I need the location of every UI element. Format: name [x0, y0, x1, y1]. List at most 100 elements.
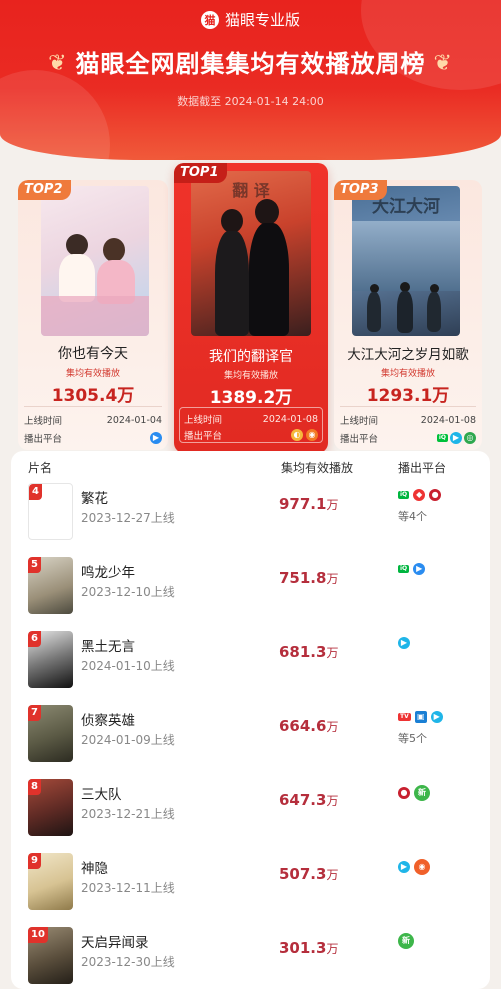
- show-title: 鸣龙少年: [81, 565, 135, 581]
- tencent-video-icon: ▶: [398, 861, 410, 873]
- iqiyi-icon: iQ: [398, 565, 410, 573]
- top2-title: 你也有今天: [58, 346, 128, 362]
- cctv-icon: ●: [398, 787, 410, 799]
- top2-metric-label: 集均有效播放: [65, 369, 120, 379]
- rank-badge: 7: [28, 705, 41, 721]
- top3-launch: 上线时间 2024-01-08: [340, 414, 476, 428]
- platform-icons: TV ▣ ▶: [398, 711, 443, 723]
- top2-card[interactable]: TOP2 你也有今天 集均有效播放 1305.4万 上线时间 2024-01-04…: [18, 180, 168, 450]
- rank-badge: 5: [28, 557, 41, 573]
- cctv-icon: ●: [429, 489, 442, 501]
- top1-card[interactable]: 翻 译 TOP1 我们的翻译官 集均有效播放 1389.2万 上线时间 2024-…: [174, 163, 328, 453]
- top3-platform: 播出平台 iQ ▶ ◎: [340, 431, 476, 445]
- metric-value: 977.1万: [279, 495, 339, 513]
- tencent-video-icon: ▶: [430, 711, 443, 723]
- launch-date: 2023-12-10上线: [81, 585, 175, 599]
- header-name: 片名: [28, 461, 53, 475]
- top1-metric-label: 集均有效播放: [223, 371, 278, 381]
- ranking-list: 片名 集均有效播放 播出平台 4 繁花 2023-12-27上线 977.1万 …: [11, 451, 490, 989]
- mango-tv-icon: ◐: [291, 429, 303, 441]
- brand-name: 猫眼专业版: [224, 11, 300, 29]
- page-title-text: 猫眼全网剧集集均有效播放周榜: [75, 50, 426, 78]
- laurel-right-icon: ❦: [433, 51, 453, 76]
- top1-poster: 翻 译: [191, 171, 311, 336]
- top3-card[interactable]: 大江大河 TOP3 大江大河之岁月如歌 集均有效播放 1293.1万 上线时间 2…: [334, 180, 482, 450]
- top1-metric: 1389.2万: [209, 388, 293, 408]
- launch-date: 2024-01-10上线: [81, 659, 175, 673]
- list-row-10[interactable]: 10 天启异闻录 2023-12-30上线 301.3万 新: [11, 927, 490, 989]
- show-title: 黑土无言: [81, 639, 135, 655]
- top2-metric: 1305.4万: [51, 386, 135, 406]
- iqiyi-icon: iQ: [398, 491, 410, 499]
- bilibili-icon: ▣: [414, 711, 427, 723]
- list-row-4[interactable]: 4 繁花 2023-12-27上线 977.1万 iQ ◆ ● 等4个: [11, 483, 490, 557]
- list-header: 片名 集均有效播放 播出平台: [11, 459, 490, 479]
- platform-more: 等4个: [398, 510, 427, 523]
- top3-badge: TOP3: [334, 180, 387, 200]
- top1-title: 我们的翻译官: [209, 349, 293, 365]
- platform-icons: ● 新: [398, 785, 430, 801]
- show-title: 三大队: [81, 787, 122, 803]
- mgtv-icon: 新: [414, 785, 430, 801]
- list-row-9[interactable]: 9 神隐 2023-12-11上线 507.3万 ▶ ◉: [11, 853, 490, 927]
- launch-date: 2024-01-09上线: [81, 733, 175, 747]
- top2-launch: 上线时间 2024-01-04: [24, 414, 162, 428]
- cctv-icon: TV: [398, 713, 411, 721]
- header-platform: 播出平台: [398, 461, 447, 475]
- youku-icon: ▶: [413, 563, 426, 575]
- poster-thumb: 8: [28, 779, 73, 836]
- top3-poster: 大江大河: [352, 186, 460, 336]
- poster-thumb: 10: [28, 927, 73, 984]
- metric-value: 751.8万: [279, 569, 339, 587]
- top1-platform: 播出平台 ◐ ◉: [184, 428, 318, 442]
- platform-more: 等5个: [398, 732, 427, 745]
- poster-thumb: 4: [28, 483, 73, 540]
- metric-value: 664.6万: [279, 717, 339, 735]
- metric-value: 647.3万: [279, 791, 339, 809]
- rank-badge: 4: [29, 484, 42, 500]
- metric-value: 507.3万: [279, 865, 339, 883]
- show-title: 神隐: [81, 861, 108, 877]
- launch-date: 2023-12-11上线: [81, 881, 175, 895]
- top3-metric-label: 集均有效播放: [380, 369, 435, 379]
- tencent-video-icon: ▶: [450, 432, 462, 444]
- metric-value: 301.3万: [279, 939, 339, 957]
- platform-icons: ▶: [398, 637, 410, 649]
- platform-icons: iQ ▶: [398, 563, 426, 575]
- top2-poster: [41, 186, 149, 336]
- header-metric: 集均有效播放: [281, 461, 354, 475]
- mgtv-icon: 新: [398, 933, 414, 949]
- maoyan-logo-icon: 猫: [200, 10, 219, 29]
- show-title: 天启异闻录: [81, 935, 149, 951]
- list-row-5[interactable]: 5 鸣龙少年 2023-12-10上线 751.8万 iQ ▶: [11, 557, 490, 631]
- top1-launch: 上线时间 2024-01-08: [184, 413, 318, 427]
- laurel-left-icon: ❦: [48, 51, 68, 76]
- tencent-video-icon: ▶: [398, 637, 410, 649]
- top1-badge: TOP1: [174, 163, 227, 183]
- metric-value: 681.3万: [279, 643, 339, 661]
- mango-tv-icon: ◆: [413, 489, 426, 501]
- rank-badge: 9: [28, 853, 41, 869]
- top2-platform: 播出平台 ▶: [24, 431, 162, 445]
- top3-metric: 1293.1万: [366, 386, 450, 406]
- launch-date: 2023-12-21上线: [81, 807, 175, 821]
- show-title: 繁花: [81, 491, 108, 507]
- brand: 猫 猫眼专业版: [0, 9, 501, 30]
- data-date: 数据截至 2024-01-14 24:00: [177, 95, 324, 108]
- launch-date: 2023-12-30上线: [81, 955, 175, 969]
- list-row-6[interactable]: 6 黑土无言 2024-01-10上线 681.3万 ▶: [11, 631, 490, 705]
- youku-icon: ▶: [150, 432, 162, 444]
- rank-badge: 8: [28, 779, 41, 795]
- platform-icons: 新: [398, 933, 414, 949]
- top3-title: 大江大河之岁月如歌: [347, 347, 469, 363]
- poster-thumb: 6: [28, 631, 73, 688]
- header-banner: 猫 猫眼专业版 ❦ 猫眼全网剧集集均有效播放周榜 ❦ 数据截至 2024-01-14…: [0, 0, 501, 160]
- list-row-7[interactable]: 7 侦察英雄 2024-01-09上线 664.6万 TV ▣ ▶ 等5个: [11, 705, 490, 779]
- iqiyi-icon: iQ: [436, 434, 448, 442]
- list-row-8[interactable]: 8 三大队 2023-12-21上线 647.3万 ● 新: [11, 779, 490, 853]
- rank-badge: 10: [28, 927, 48, 943]
- rank-badge: 6: [28, 631, 41, 647]
- youku-orange-icon: ◉: [414, 859, 430, 875]
- poster-thumb: 9: [28, 853, 73, 910]
- show-title: 侦察英雄: [81, 713, 135, 729]
